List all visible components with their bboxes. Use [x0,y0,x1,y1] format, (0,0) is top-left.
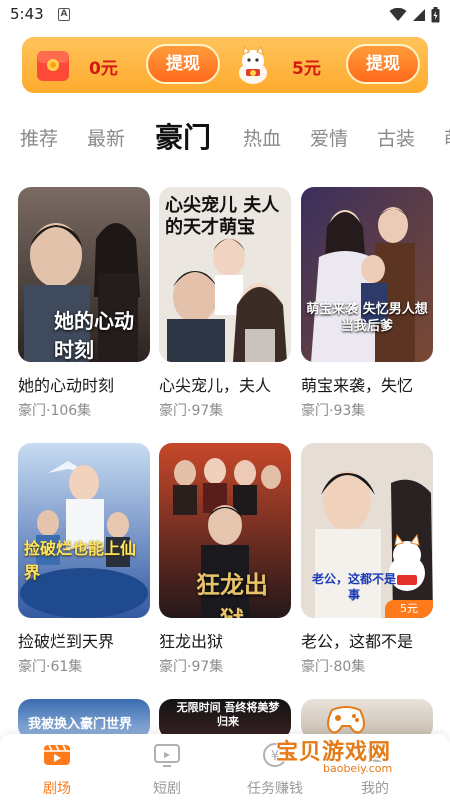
site-watermark: 宝贝游戏网 baobeiy.com [268,700,448,792]
drama-card[interactable]: 我被换入豪门世界 [18,699,150,739]
price-badge: 5元 [385,600,433,618]
tab-luxury[interactable]: 豪门 [155,116,211,156]
withdraw-button[interactable]: 提现 [146,44,220,84]
drama-meta: 豪门·93集 [301,403,366,419]
nav-short-drama[interactable]: 短剧 [122,742,212,798]
drama-card[interactable]: 心尖宠儿 夫人的天才萌宝 心尖宠儿，夫人 豪门·97集 [159,187,291,419]
drama-poster[interactable]: 狂龙出狱 [159,443,291,618]
poster-title: 无限时间 吾终将美梦归来 [176,701,280,728]
drama-card[interactable]: 狂龙出狱 狂龙出狱 豪门·97集 [159,443,291,675]
withdraw-cash-button[interactable]: 提现 [346,44,420,84]
tab-latest[interactable]: 最新 [87,124,125,151]
reward-banner: 0元 提现 5元 提现 [22,37,428,93]
drama-meta: 豪门·106集 [18,403,92,419]
poster-title: 我被换入豪门世界 [28,717,133,732]
drama-title[interactable]: 心尖宠儿，夫人 [159,372,299,396]
notification-icon: A [58,8,70,21]
watermark-url: baobeiy.com [320,762,396,775]
drama-poster[interactable]: 心尖宠儿 夫人的天才萌宝 [159,187,291,362]
drama-card[interactable]: 捡破烂也能上仙界 捡破烂到天界 豪门·61集 [18,443,150,675]
drama-card[interactable]: 老公，这都不是事 5元 老公，这都不是 豪门·80集 [301,443,433,675]
tab-costume[interactable]: 古装 [377,124,415,151]
drama-title[interactable]: 狂龙出狱 [159,628,299,652]
tab-recommend[interactable]: 推荐 [20,124,58,151]
poster-title: 萌宝来袭 失忆男人想当我后爹 [306,302,428,334]
battery-icon [431,7,440,23]
drama-meta: 豪门·97集 [159,403,224,419]
red-envelope-icon [37,51,69,81]
drama-card[interactable]: 她的心动时刻 她的心动时刻 豪门·106集 [18,187,150,419]
signal-icon [413,9,425,21]
drama-title[interactable]: 捡破烂到天界 [18,628,158,652]
status-time: 5:43 [10,5,44,23]
poster-title: 捡破烂也能上仙界 [24,539,137,582]
drama-title[interactable]: 萌宝来袭，失忆 [301,372,441,396]
drama-poster[interactable]: 她的心动时刻 [18,187,150,362]
poster-title: 老公，这都不是事 [311,572,396,602]
status-bar: 5:43 A [0,0,450,30]
drama-poster[interactable]: 我被换入豪门世界 [18,699,150,739]
lucky-cat-icon [239,45,267,84]
status-icons [389,7,440,23]
nav-label: 短剧 [153,781,181,797]
tab-passion[interactable]: 热血 [243,124,281,151]
drama-poster[interactable]: 捡破烂也能上仙界 [18,443,150,618]
drama-poster[interactable]: 老公，这都不是事 5元 [301,443,433,618]
nav-label: 剧场 [43,781,71,797]
drama-poster[interactable]: 萌宝来袭 失忆男人想当我后爹 [301,187,433,362]
drama-title[interactable]: 她的心动时刻 [18,372,158,396]
nav-theater[interactable]: 剧场 [12,742,102,798]
drama-card[interactable]: 萌宝来袭 失忆男人想当我后爹 萌宝来袭，失忆 豪门·93集 [301,187,433,419]
wifi-icon [389,8,407,21]
poster-title: 她的心动时刻 [54,309,134,362]
coin-balance: 0元 [89,59,118,79]
drama-meta: 豪门·61集 [18,659,83,675]
cash-balance: 5元 [292,59,321,79]
tab-romance[interactable]: 爱情 [310,124,348,151]
drama-meta: 豪门·97集 [159,659,224,675]
tv-icon [154,744,180,767]
gamepad-icon [327,706,365,734]
drama-meta: 豪门·80集 [301,659,366,675]
poster-title: 狂龙出狱 [196,571,268,618]
tab-cute[interactable]: 萌 [444,124,450,151]
theater-icon [44,744,70,765]
drama-title[interactable]: 老公，这都不是 [301,628,441,652]
poster-title: 心尖宠儿 夫人的天才萌宝 [165,195,280,238]
category-tabs: 推荐 最新 豪门 热血 爱情 古装 萌 [0,112,450,162]
